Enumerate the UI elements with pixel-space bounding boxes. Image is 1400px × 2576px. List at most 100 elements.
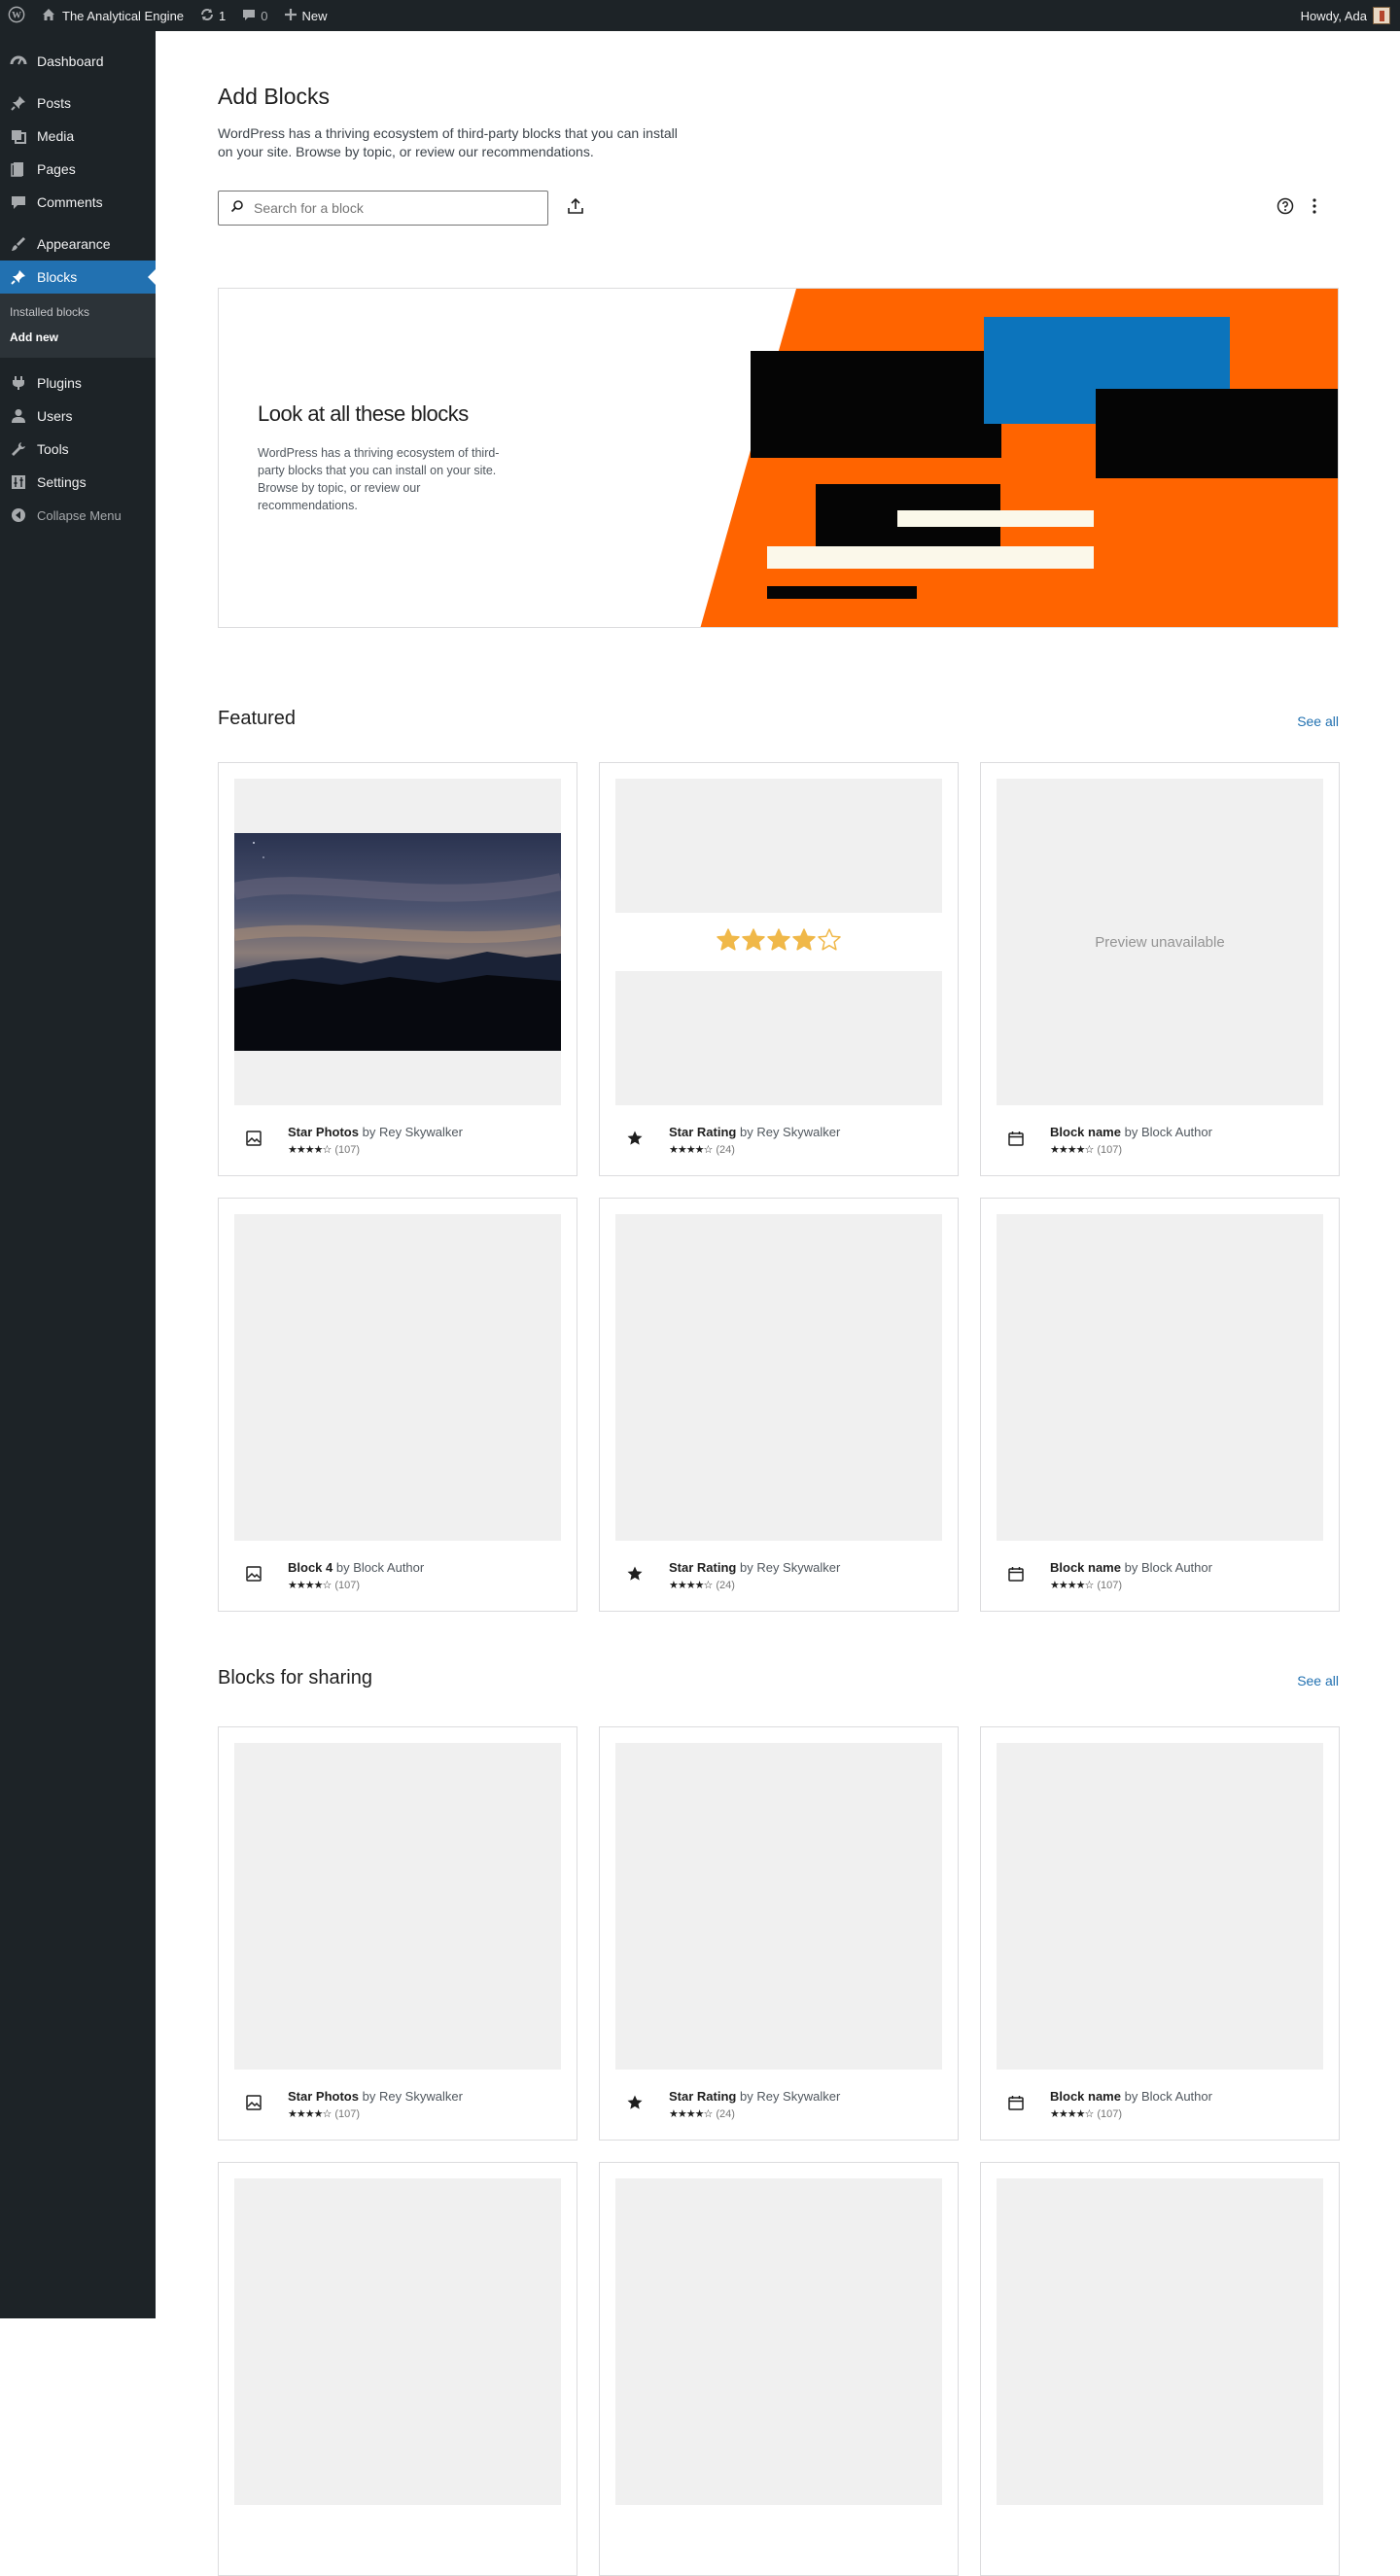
block-author[interactable]: Block Author (353, 1560, 424, 1575)
upload-button[interactable] (562, 194, 589, 222)
block-card[interactable]: Star Rating by Rey Skywalker ★★★★☆ (24) (599, 762, 959, 1176)
block-name[interactable]: Star Rating (669, 2089, 736, 2104)
rating-count: (107) (1097, 2108, 1122, 2120)
block-author[interactable]: Block Author (1141, 2089, 1212, 2104)
home-icon (41, 7, 56, 25)
submenu-installed-blocks[interactable]: Installed blocks (0, 299, 156, 325)
block-name-line: Star Rating by Rey Skywalker (669, 1560, 840, 1575)
media-icon (10, 127, 27, 145)
block-author[interactable]: Rey Skywalker (756, 1125, 840, 1139)
block-name[interactable]: Block 4 (288, 1560, 332, 1575)
block-name[interactable]: Star Photos (288, 2089, 359, 2104)
by-label: by (335, 1560, 350, 1575)
block-meta: Star Photos by Rey Skywalker ★★★★☆ (107) (234, 1119, 565, 1158)
block-name[interactable]: Star Rating (669, 1560, 736, 1575)
block-author[interactable]: Rey Skywalker (379, 2089, 463, 2104)
menu-settings[interactable]: Settings (0, 466, 156, 499)
star-rating-preview (615, 913, 942, 971)
my-account-link[interactable]: Howdy, Ada (1301, 7, 1400, 24)
admin-bar: W The Analytical Engine 1 0 New Howdy, A… (0, 0, 1400, 31)
menu-media[interactable]: Media (0, 120, 156, 153)
block-preview (234, 1743, 561, 2070)
new-content-link[interactable]: New (276, 0, 335, 31)
block-card-placeholder[interactable] (218, 2162, 578, 2576)
search-input[interactable] (254, 200, 536, 216)
rating-stars: ★★★★☆ (669, 1144, 713, 1156)
image-icon (244, 2093, 263, 2112)
block-card[interactable]: Star Photos by Rey Skywalker ★★★★☆ (107) (218, 1726, 578, 2141)
by-label: by (739, 2089, 753, 2104)
block-card[interactable]: Star Rating by Rey Skywalker ★★★★☆ (24) (599, 1726, 959, 2141)
svg-text:W: W (12, 10, 21, 20)
block-preview (234, 2178, 561, 2505)
block-author[interactable]: Block Author (1141, 1560, 1212, 1575)
sharing-see-all-link[interactable]: See all (1297, 1673, 1339, 1688)
block-preview (997, 1214, 1323, 1541)
menu-tools[interactable]: Tools (0, 433, 156, 466)
search-box[interactable] (218, 191, 548, 226)
block-card-placeholder[interactable] (980, 2162, 1340, 2576)
block-author[interactable]: Block Author (1141, 1125, 1212, 1139)
collapse-menu-button[interactable]: Collapse Menu (0, 499, 156, 532)
block-author[interactable]: Rey Skywalker (756, 1560, 840, 1575)
menu-plugins[interactable]: Plugins (0, 366, 156, 400)
by-label: by (739, 1125, 753, 1139)
block-name[interactable]: Star Rating (669, 1125, 736, 1139)
block-rating: ★★★★☆ (107) (288, 2107, 360, 2120)
calendar-icon (1006, 1564, 1026, 1584)
rating-star-icon (766, 927, 791, 957)
updates-count: 1 (219, 8, 227, 23)
submenu-add-new[interactable]: Add new (0, 325, 156, 350)
more-options-button[interactable] (1301, 194, 1328, 222)
night-sky-photo (234, 833, 561, 1051)
menu-appearance[interactable]: Appearance (0, 227, 156, 261)
block-card[interactable]: Star Rating by Rey Skywalker ★★★★☆ (24) (599, 1198, 959, 1612)
menu-comments[interactable]: Comments (0, 186, 156, 219)
block-preview (615, 2178, 942, 2505)
block-meta: Block 4 by Block Author ★★★★☆ (107) (234, 1554, 565, 1593)
block-meta: Block name by Block Author ★★★★☆ (107) (997, 1119, 1327, 1158)
menu-pages[interactable]: Pages (0, 153, 156, 186)
page-title: Add Blocks (218, 84, 331, 109)
block-preview (997, 1743, 1323, 2070)
rating-stars: ★★★★☆ (288, 1580, 332, 1591)
block-name[interactable]: Block name (1050, 1560, 1121, 1575)
block-card-placeholder[interactable] (599, 2162, 959, 2576)
block-name[interactable]: Star Photos (288, 1125, 359, 1139)
block-name[interactable]: Block name (1050, 1125, 1121, 1139)
menu-posts[interactable]: Posts (0, 87, 156, 120)
dashboard-icon (10, 52, 27, 70)
block-preview (234, 1214, 561, 1541)
rating-stars: ★★★★☆ (1050, 2108, 1094, 2120)
menu-label: Posts (37, 95, 72, 111)
rating-star-icon (716, 927, 741, 957)
rating-count: (24) (716, 1580, 735, 1591)
block-name[interactable]: Block name (1050, 2089, 1121, 2104)
wordpress-logo-link[interactable]: W (0, 0, 33, 31)
vertical-ellipsis-icon (1312, 197, 1317, 220)
site-name-link[interactable]: The Analytical Engine (33, 0, 192, 31)
block-name-line: Star Rating by Rey Skywalker (669, 2089, 840, 2104)
block-card[interactable]: Star Photos by Rey Skywalker ★★★★☆ (107) (218, 762, 578, 1176)
menu-blocks[interactable]: Blocks (0, 261, 156, 294)
block-card[interactable]: Preview unavailable Block name by Block A… (980, 762, 1340, 1176)
collapse-icon (10, 506, 27, 524)
featured-see-all-link[interactable]: See all (1297, 714, 1339, 729)
menu-label: Blocks (37, 269, 78, 285)
block-rating: ★★★★☆ (24) (669, 1143, 735, 1156)
block-name-line: Block name by Block Author (1050, 1560, 1212, 1575)
menu-users[interactable]: Users (0, 400, 156, 433)
block-card[interactable]: Block 4 by Block Author ★★★★☆ (107) (218, 1198, 578, 1612)
block-card[interactable]: Block name by Block Author ★★★★☆ (107) (980, 1198, 1340, 1612)
updates-link[interactable]: 1 (192, 0, 233, 31)
greeting: Howdy, Ada (1300, 8, 1367, 23)
block-author[interactable]: Rey Skywalker (756, 2089, 840, 2104)
refresh-icon (199, 7, 215, 25)
block-preview (997, 2178, 1323, 2505)
comments-link[interactable]: 0 (233, 0, 275, 31)
plug-icon (10, 374, 27, 392)
help-button[interactable] (1272, 194, 1299, 222)
block-author[interactable]: Rey Skywalker (379, 1125, 463, 1139)
menu-dashboard[interactable]: Dashboard (0, 45, 156, 78)
block-card[interactable]: Block name by Block Author ★★★★☆ (107) (980, 1726, 1340, 2141)
